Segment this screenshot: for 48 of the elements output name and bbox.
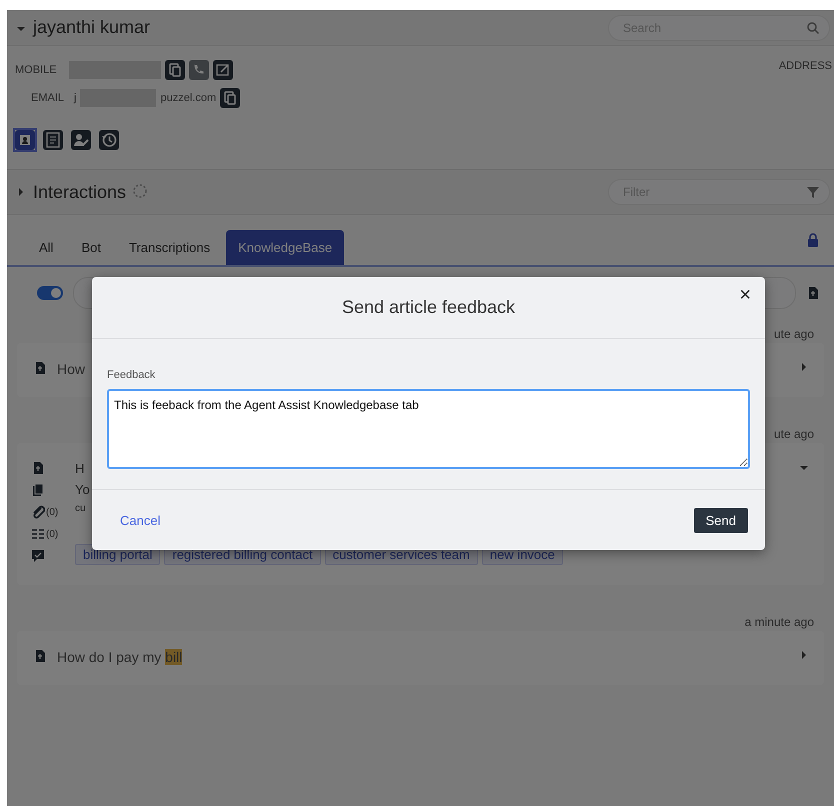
user-edit-icon[interactable]	[71, 130, 91, 150]
toggle-switch[interactable]	[37, 286, 63, 300]
loading-spinner-icon	[132, 182, 148, 198]
cancel-button[interactable]: Cancel	[118, 510, 162, 530]
contact-card-icon[interactable]	[15, 130, 35, 150]
field-label: Feedback	[107, 369, 156, 381]
paperclip-icon	[31, 505, 45, 519]
address-label: ADDRESS	[778, 60, 832, 72]
result-title: How	[57, 361, 86, 377]
mobile-label: MOBILE	[15, 64, 57, 76]
timestamp: a minute ago	[744, 615, 814, 629]
send-button[interactable]: Send	[694, 508, 748, 532]
phone-icon[interactable]	[188, 60, 209, 80]
result-title: H	[75, 461, 84, 476]
copy-icon[interactable]	[164, 60, 185, 80]
tab[interactable]: Bot	[69, 230, 113, 265]
list-count: (0)	[46, 528, 58, 540]
comment-icon	[31, 549, 45, 563]
copy-icon	[31, 483, 45, 497]
email-label: EMAIL	[31, 92, 64, 104]
copy-icon[interactable]	[220, 88, 240, 108]
edit-icon[interactable]	[212, 60, 233, 80]
result-title: How do I pay my bill	[57, 649, 182, 665]
timestamp: ute ago	[774, 327, 814, 341]
search-icon[interactable]	[806, 20, 820, 34]
dialog-title: Send article feedback	[342, 297, 516, 318]
result-text: Yo	[75, 482, 90, 497]
email-text-start: j	[74, 92, 76, 104]
tab[interactable]: Transcriptions	[116, 230, 222, 265]
document-icon	[33, 649, 47, 663]
close-button[interactable]: ×	[737, 285, 753, 305]
interactions-title: Interactions	[33, 182, 126, 202]
document-add-icon[interactable]	[806, 286, 820, 300]
contact-name: jayanthi kumar	[33, 17, 152, 38]
tab[interactable]: All	[27, 230, 66, 265]
attachment-count: (0)	[46, 506, 58, 518]
email-domain: puzzel.com	[160, 92, 216, 104]
document-icon	[31, 461, 45, 475]
timestamp: ute ago	[774, 427, 814, 441]
filter-icon[interactable]	[806, 185, 820, 199]
history-icon[interactable]	[99, 130, 119, 150]
tab[interactable]: KnowledgeBase	[226, 230, 344, 265]
feedback-field[interactable]: This is feeback from the Agent Assist Knowledgebase tab	[107, 389, 750, 469]
lock-icon[interactable]	[806, 233, 820, 247]
list-icon	[31, 527, 45, 541]
document-icon	[33, 361, 47, 375]
result-text: cu	[75, 503, 86, 514]
document-icon[interactable]	[43, 130, 63, 150]
